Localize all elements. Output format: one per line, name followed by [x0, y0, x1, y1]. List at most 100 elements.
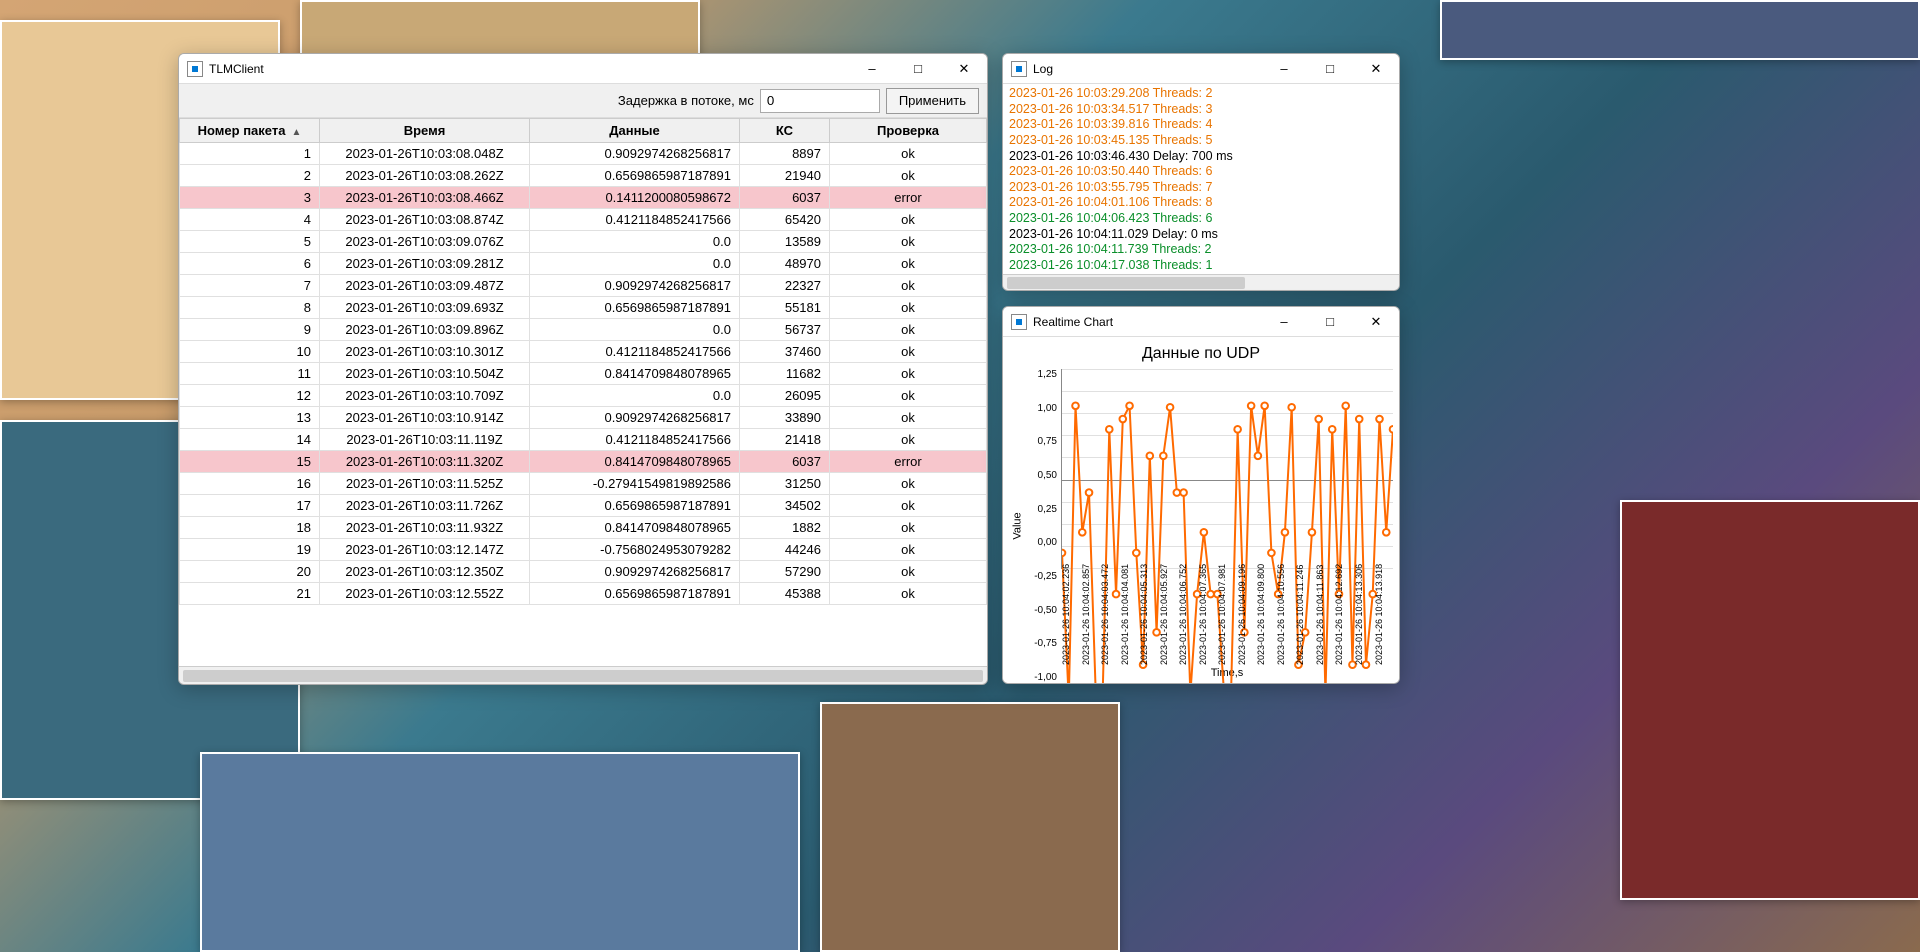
- minimize-button[interactable]: –: [1261, 54, 1307, 84]
- delay-input[interactable]: [760, 89, 880, 113]
- window-controls: – □ ✕: [1261, 54, 1399, 84]
- y-tick: -0,50: [1027, 605, 1057, 616]
- log-line: 2023-01-26 10:04:11.029 Delay: 0 ms: [1009, 227, 1393, 243]
- cell-packet-no: 6: [180, 253, 320, 275]
- x-tick: 2023-01-26 10:04:03.472: [1100, 573, 1120, 665]
- table-row[interactable]: 182023-01-26T10:03:11.932Z0.841470984807…: [180, 517, 987, 539]
- cell-time: 2023-01-26T10:03:10.914Z: [320, 407, 530, 429]
- col-packet-no[interactable]: Номер пакета▲: [180, 119, 320, 143]
- cell-check: ok: [830, 495, 987, 517]
- horizontal-scrollbar[interactable]: [179, 666, 987, 684]
- window-title: TLMClient: [209, 62, 849, 76]
- cell-time: 2023-01-26T10:03:11.119Z: [320, 429, 530, 451]
- window-controls: – □ ✕: [849, 54, 987, 84]
- cell-data: 0.0: [530, 319, 740, 341]
- horizontal-scrollbar[interactable]: [1003, 274, 1399, 290]
- cell-packet-no: 18: [180, 517, 320, 539]
- cell-packet-no: 7: [180, 275, 320, 297]
- table-row[interactable]: 42023-01-26T10:03:08.874Z0.4121184852417…: [180, 209, 987, 231]
- log-line: 2023-01-26 10:04:01.106 Threads: 8: [1009, 195, 1393, 211]
- col-ks[interactable]: КС: [740, 119, 830, 143]
- cell-check: ok: [830, 143, 987, 165]
- col-time[interactable]: Время: [320, 119, 530, 143]
- table-row[interactable]: 132023-01-26T10:03:10.914Z0.909297426825…: [180, 407, 987, 429]
- log-body[interactable]: 2023-01-26 10:03:29.208 Threads: 2 2023-0…: [1003, 84, 1399, 274]
- cell-check: ok: [830, 385, 987, 407]
- x-tick: 2023-01-26 10:04:12.692: [1334, 573, 1354, 665]
- cell-check: ok: [830, 297, 987, 319]
- cell-time: 2023-01-26T10:03:10.709Z: [320, 385, 530, 407]
- cell-time: 2023-01-26T10:03:12.552Z: [320, 583, 530, 605]
- sort-asc-icon: ▲: [291, 127, 301, 138]
- minimize-button[interactable]: –: [849, 54, 895, 84]
- table-row[interactable]: 32023-01-26T10:03:08.466Z0.1411200080598…: [180, 187, 987, 209]
- minimize-button[interactable]: –: [1261, 307, 1307, 337]
- log-line: 2023-01-26 10:03:45.135 Threads: 5: [1009, 133, 1393, 149]
- log-line: 2023-01-26 10:03:50.440 Threads: 6: [1009, 164, 1393, 180]
- table-row[interactable]: 52023-01-26T10:03:09.076Z0.013589ok: [180, 231, 987, 253]
- cell-packet-no: 13: [180, 407, 320, 429]
- table-row[interactable]: 112023-01-26T10:03:10.504Z0.841470984807…: [180, 363, 987, 385]
- titlebar[interactable]: Log – □ ✕: [1003, 54, 1399, 84]
- cell-time: 2023-01-26T10:03:09.076Z: [320, 231, 530, 253]
- y-tick: 1,25: [1027, 369, 1057, 380]
- data-table-container[interactable]: Номер пакета▲ Время Данные КС Проверка 1…: [179, 118, 987, 666]
- table-row[interactable]: 192023-01-26T10:03:12.147Z-0.75680249530…: [180, 539, 987, 561]
- table-row[interactable]: 62023-01-26T10:03:09.281Z0.048970ok: [180, 253, 987, 275]
- log-line: 2023-01-26 10:03:29.208 Threads: 2: [1009, 86, 1393, 102]
- table-row[interactable]: 92023-01-26T10:03:09.896Z0.056737ok: [180, 319, 987, 341]
- cell-data: 0.9092974268256817: [530, 143, 740, 165]
- table-row[interactable]: 82023-01-26T10:03:09.693Z0.6569865987187…: [180, 297, 987, 319]
- table-row[interactable]: 172023-01-26T10:03:11.726Z0.656986598718…: [180, 495, 987, 517]
- table-row[interactable]: 122023-01-26T10:03:10.709Z0.026095ok: [180, 385, 987, 407]
- cell-packet-no: 15: [180, 451, 320, 473]
- table-row[interactable]: 102023-01-26T10:03:10.301Z0.412118485241…: [180, 341, 987, 363]
- cell-data: 0.8414709848078965: [530, 517, 740, 539]
- table-row[interactable]: 22023-01-26T10:03:08.262Z0.6569865987187…: [180, 165, 987, 187]
- close-button[interactable]: ✕: [1353, 54, 1399, 84]
- cell-packet-no: 17: [180, 495, 320, 517]
- scrollbar-thumb[interactable]: [1007, 277, 1245, 289]
- x-tick: 2023-01-26 10:04:05.927: [1159, 573, 1179, 665]
- table-row[interactable]: 212023-01-26T10:03:12.552Z0.656986598718…: [180, 583, 987, 605]
- cell-ks: 56737: [740, 319, 830, 341]
- x-tick: 2023-01-26 10:04:06.752: [1178, 573, 1198, 665]
- cell-data: 0.0: [530, 231, 740, 253]
- maximize-button[interactable]: □: [1307, 54, 1353, 84]
- scrollbar-thumb[interactable]: [183, 670, 983, 682]
- titlebar[interactable]: TLMClient – □ ✕: [179, 54, 987, 84]
- chart-title: Данные по UDP: [1009, 343, 1393, 369]
- table-row[interactable]: 12023-01-26T10:03:08.048Z0.9092974268256…: [180, 143, 987, 165]
- cell-packet-no: 20: [180, 561, 320, 583]
- table-row[interactable]: 162023-01-26T10:03:11.525Z-0.27941549819…: [180, 473, 987, 495]
- cell-ks: 6037: [740, 451, 830, 473]
- chart-plot[interactable]: [1061, 369, 1393, 569]
- cell-time: 2023-01-26T10:03:11.932Z: [320, 517, 530, 539]
- maximize-button[interactable]: □: [1307, 307, 1353, 337]
- cell-packet-no: 8: [180, 297, 320, 319]
- cell-data: 0.9092974268256817: [530, 407, 740, 429]
- x-tick: 2023-01-26 10:04:11.246: [1295, 573, 1315, 665]
- cell-packet-no: 4: [180, 209, 320, 231]
- apply-button[interactable]: Применить: [886, 88, 979, 114]
- y-tick: -0,25: [1027, 571, 1057, 582]
- table-row[interactable]: 72023-01-26T10:03:09.487Z0.9092974268256…: [180, 275, 987, 297]
- background-tile: [820, 702, 1120, 952]
- maximize-button[interactable]: □: [895, 54, 941, 84]
- col-data[interactable]: Данные: [530, 119, 740, 143]
- close-button[interactable]: ✕: [941, 54, 987, 84]
- cell-ks: 6037: [740, 187, 830, 209]
- cell-packet-no: 10: [180, 341, 320, 363]
- x-axis-ticks: 2023-01-26 10:04:02.2362023-01-26 10:04:…: [1061, 569, 1393, 665]
- close-button[interactable]: ✕: [1353, 307, 1399, 337]
- x-tick: 2023-01-26 10:04:07.365: [1198, 573, 1218, 665]
- app-icon: [1011, 314, 1027, 330]
- table-row[interactable]: 152023-01-26T10:03:11.320Z0.841470984807…: [180, 451, 987, 473]
- y-tick: -1,00: [1027, 672, 1057, 683]
- cell-ks: 37460: [740, 341, 830, 363]
- titlebar[interactable]: Realtime Chart – □ ✕: [1003, 307, 1399, 337]
- table-row[interactable]: 142023-01-26T10:03:11.119Z0.412118485241…: [180, 429, 987, 451]
- cell-data: 0.8414709848078965: [530, 451, 740, 473]
- table-row[interactable]: 202023-01-26T10:03:12.350Z0.909297426825…: [180, 561, 987, 583]
- col-check[interactable]: Проверка: [830, 119, 987, 143]
